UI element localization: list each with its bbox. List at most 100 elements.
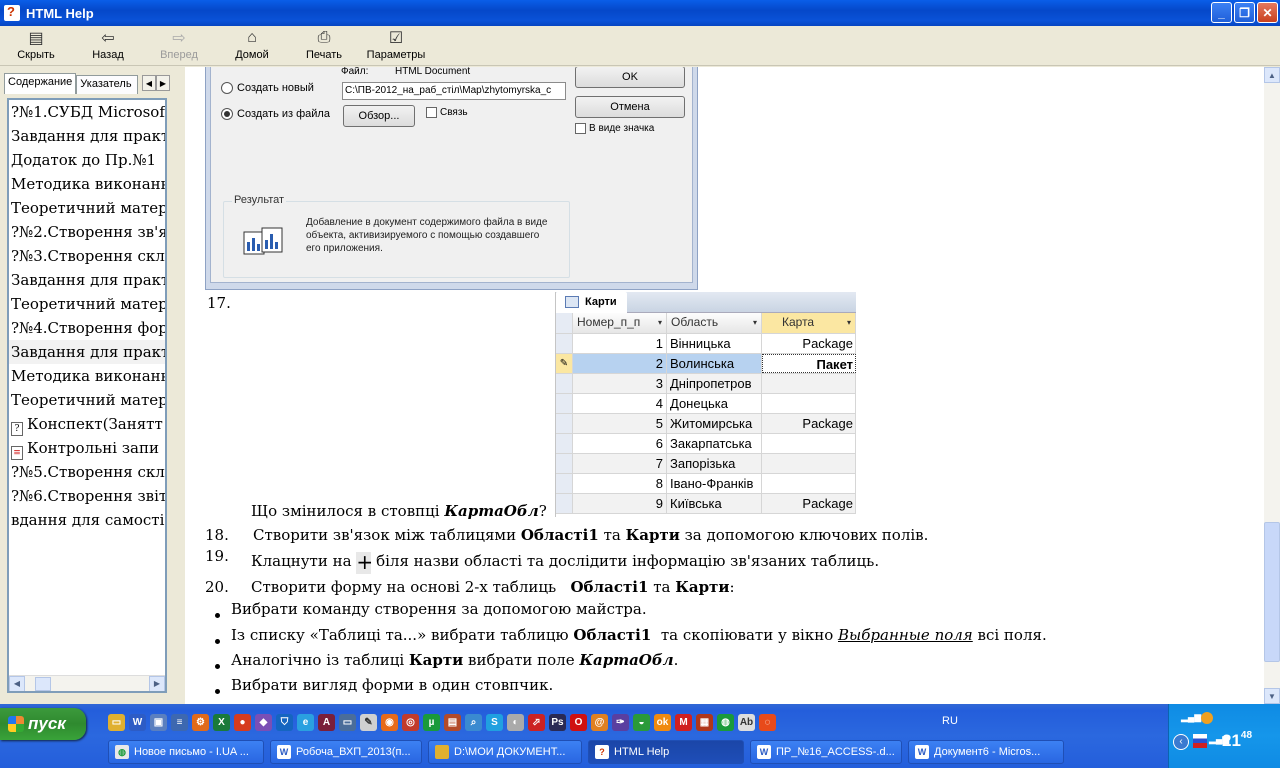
tree-item[interactable]: Завдання для практ: [9, 268, 165, 292]
tool-icon[interactable]: ◒: [633, 714, 650, 731]
mail-icon[interactable]: @: [591, 714, 608, 731]
chrome-icon[interactable]: ◍: [717, 714, 734, 731]
document-icon[interactable]: ≡: [171, 714, 188, 731]
tree-item[interactable]: ?№2.Створення зв'яз: [9, 220, 165, 244]
edit-icon[interactable]: ✎: [360, 714, 377, 731]
contents-tree[interactable]: ?№1.СУБД Microsoft Завдання для практ До…: [7, 98, 167, 693]
clock[interactable]: 2148: [1222, 730, 1252, 751]
result-description: Добавление в документ содержимого файла …: [306, 217, 548, 254]
scroll-left-icon[interactable]: ◀: [9, 675, 25, 691]
tree-item[interactable]: ?№4.Створення фор: [9, 316, 165, 340]
taskbar-item[interactable]: D:\МОИ ДОКУМЕНТ...: [428, 740, 582, 764]
tree-item[interactable]: ?№3.Створення скл: [9, 244, 165, 268]
photoshop-icon[interactable]: Ps: [549, 714, 566, 731]
back-arrow-icon: ⇦: [101, 30, 115, 47]
home-button[interactable]: ⌂ Домой: [230, 28, 274, 61]
taskbar-item-active[interactable]: ? HTML Help: [588, 740, 744, 764]
tree-item[interactable]: ?№1.СУБД Microsoft: [9, 100, 165, 124]
column-header: Область ▾: [667, 313, 762, 333]
start-button[interactable]: пуск: [0, 708, 86, 740]
table-row: 3 Дніпропетров: [556, 374, 856, 394]
status-icon[interactable]: [1201, 712, 1213, 724]
skype-icon[interactable]: S: [486, 714, 503, 731]
tab-contents[interactable]: Содержание: [4, 73, 77, 94]
tree-item[interactable]: вдання для самості: [9, 508, 165, 532]
topic-content: Создать новый Создать из файла Файл: HTM…: [185, 67, 1264, 704]
media-player-icon[interactable]: ▦: [696, 714, 713, 731]
search-icon[interactable]: ⌕: [465, 714, 482, 731]
tab-index[interactable]: Указатель: [76, 75, 139, 94]
gear-icon[interactable]: ⚙: [192, 714, 209, 731]
tab-scroll-left-button[interactable]: ◀: [142, 75, 156, 91]
paint-icon[interactable]: ✑: [612, 714, 629, 731]
table-row: 9 Київська Package: [556, 494, 856, 514]
excel-icon[interactable]: X: [213, 714, 230, 731]
firefox-icon[interactable]: ◉: [381, 714, 398, 731]
signal-icon[interactable]: ▂▄▆: [1181, 712, 1201, 723]
show-hidden-icons-icon[interactable]: ‹: [1173, 734, 1189, 750]
tree-item[interactable]: ≡ Контрольні запи: [9, 436, 165, 460]
bullet: [215, 664, 220, 669]
opera-icon[interactable]: O: [570, 714, 587, 731]
tree-item[interactable]: Методика виконання: [9, 364, 165, 388]
step-number: 17.: [207, 294, 231, 312]
taskbar-item[interactable]: W ПР_№16_ACCESS-.d...: [750, 740, 902, 764]
scroll-right-icon[interactable]: ▶: [149, 675, 165, 691]
tree-item[interactable]: ?№5.Створення скл: [9, 460, 165, 484]
print-button[interactable]: ⎙ Печать: [302, 28, 346, 61]
odnoklassniki-icon[interactable]: ok: [654, 714, 671, 731]
tree-item[interactable]: ? Конспект(Занятт: [9, 412, 165, 436]
tree-item[interactable]: Теоретичний матер: [9, 388, 165, 412]
back-button[interactable]: ⇦ Назад: [86, 28, 130, 61]
tree-item[interactable]: Теоретичний матер: [9, 196, 165, 220]
column-header: Номер_п_п ▾: [573, 313, 667, 333]
scroll-thumb[interactable]: [35, 676, 51, 691]
table-row: 1 Вінницька Package: [556, 334, 856, 354]
tree-item[interactable]: Додаток до Пр.№1: [9, 148, 165, 172]
scroll-thumb[interactable]: [1264, 522, 1280, 662]
horizontal-scrollbar[interactable]: ◀ ▶: [9, 675, 165, 691]
cube-icon[interactable]: ◆: [255, 714, 272, 731]
chrome-icon: ◍: [115, 745, 129, 759]
language-indicator[interactable]: RU: [942, 715, 958, 727]
vertical-scrollbar[interactable]: ▲ ▼: [1264, 67, 1280, 704]
tree-item[interactable]: Завдання для практ: [9, 124, 165, 148]
taskbar: пуск ▭ W ▣ ≡ ⚙ X ● ◆ ⛉ e A ▭ ✎ ◉ ◎ µ ▤ ⌕…: [0, 704, 1280, 768]
forward-button[interactable]: ⇨ Вперед: [156, 28, 202, 61]
mail-ru-icon[interactable]: M: [675, 714, 692, 731]
tab-scroll-right-button[interactable]: ▶: [156, 75, 170, 91]
access-icon[interactable]: A: [318, 714, 335, 731]
browser-icon[interactable]: ◌: [759, 714, 776, 731]
archive-icon[interactable]: ▤: [444, 714, 461, 731]
folder-icon[interactable]: ▭: [108, 714, 125, 731]
disc-icon[interactable]: ◐: [507, 714, 524, 731]
taskbar-item[interactable]: W Документ6 - Micros...: [908, 740, 1064, 764]
tree-item[interactable]: Методика виконання: [9, 172, 165, 196]
taskbar-item[interactable]: W Робоча_ВХП_2013(п...: [270, 740, 422, 764]
tree-item[interactable]: ?№6.Створення звіт: [9, 484, 165, 508]
window-icon[interactable]: ▣: [150, 714, 167, 731]
word-icon[interactable]: W: [129, 714, 146, 731]
maximize-button[interactable]: ❐: [1234, 2, 1255, 23]
options-button[interactable]: ☑ Параметры: [362, 28, 430, 61]
hide-button[interactable]: ▤ Скрыть: [14, 28, 58, 61]
table-name: Карти: [585, 296, 617, 308]
tree-item[interactable]: Теоретичний матер: [9, 292, 165, 316]
word-icon: W: [277, 745, 291, 759]
utorrent-icon[interactable]: µ: [423, 714, 440, 731]
shield-icon[interactable]: ⛉: [276, 714, 293, 731]
scroll-up-icon[interactable]: ▲: [1264, 67, 1280, 83]
taskbar-item[interactable]: ◍ Новое письмо - I.UA ...: [108, 740, 264, 764]
scroll-down-icon[interactable]: ▼: [1264, 688, 1280, 704]
tree-item-selected[interactable]: Завдання для практ: [9, 340, 165, 364]
options-icon: ☑: [388, 30, 404, 47]
close-button[interactable]: ✕: [1257, 2, 1278, 23]
abc-icon[interactable]: Ab: [738, 714, 755, 731]
minimize-button[interactable]: _: [1211, 2, 1232, 23]
internet-explorer-icon[interactable]: e: [297, 714, 314, 731]
russia-flag-icon[interactable]: [1193, 734, 1207, 748]
app-icon[interactable]: ◎: [402, 714, 419, 731]
pdf-icon[interactable]: ⬀: [528, 714, 545, 731]
media-icon[interactable]: ●: [234, 714, 251, 731]
monitor-icon[interactable]: ▭: [339, 714, 356, 731]
